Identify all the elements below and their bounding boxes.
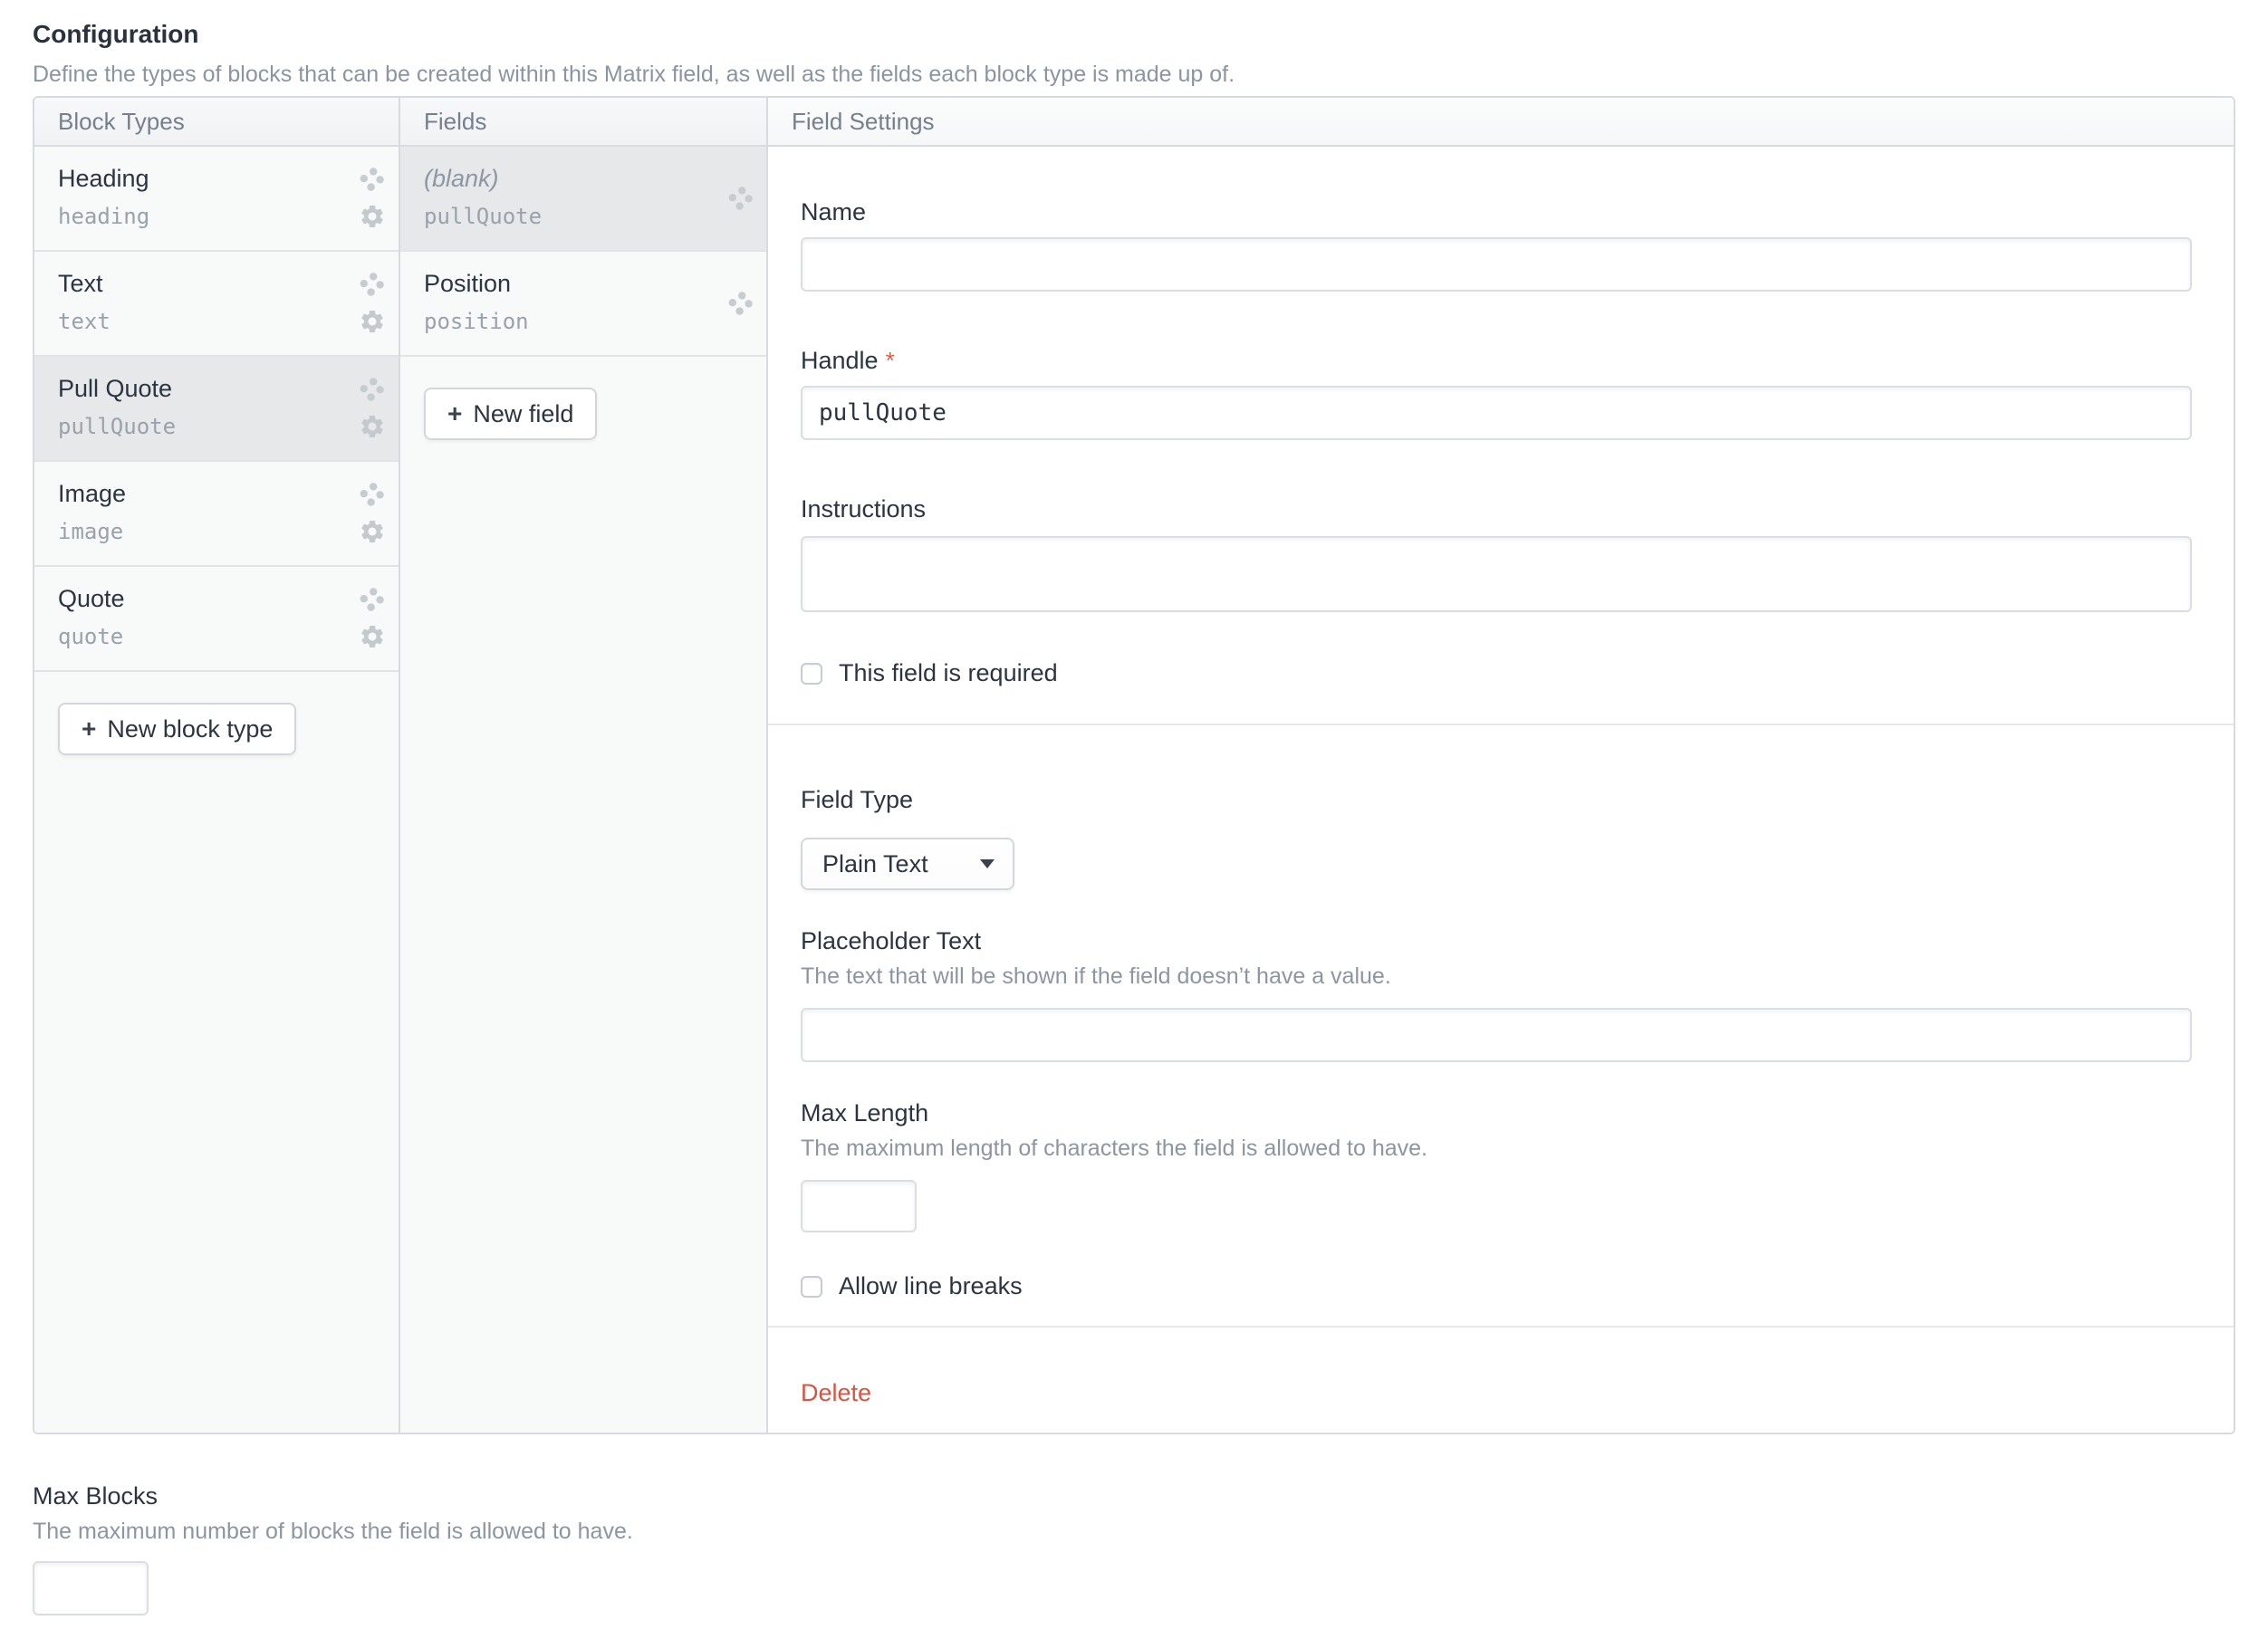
field-settings-body: Name Handle* Instructions This field is … <box>768 147 2234 1433</box>
field-type-value: Plain Text <box>822 850 928 878</box>
max-length-description: The maximum length of characters the fie… <box>801 1135 2192 1162</box>
block-type-row[interactable]: Text text <box>34 252 399 357</box>
field-type-label: Field Type <box>801 785 2192 814</box>
matrix-config-table: Block Types Heading heading Text text Pull Q… <box>33 96 2235 1434</box>
field-settings-header: Field Settings <box>768 98 2234 147</box>
block-type-row[interactable]: Heading heading <box>34 147 399 252</box>
block-type-row[interactable]: Quote quote <box>34 567 399 672</box>
field-settings-column: Field Settings Name Handle* Instructions… <box>768 98 2234 1433</box>
allow-line-breaks-checkbox[interactable] <box>801 1276 822 1298</box>
max-length-input[interactable] <box>801 1180 917 1232</box>
item-name: Position <box>424 270 743 298</box>
field-row[interactable]: Position position <box>400 252 766 357</box>
gear-icon[interactable] <box>359 308 386 335</box>
fields-header: Fields <box>400 98 766 147</box>
handle-label: Handle* <box>801 346 2192 375</box>
block-type-row[interactable]: Image image <box>34 462 399 567</box>
plus-icon: + <box>82 714 96 743</box>
item-handle: heading <box>58 204 375 229</box>
item-handle: quote <box>58 624 375 649</box>
required-asterisk: * <box>886 347 895 374</box>
page-description: Define the types of blocks that can be c… <box>33 62 1235 88</box>
fields-list: (blank) pullQuote Position position <box>400 147 766 357</box>
max-blocks-label: Max Blocks <box>33 1481 633 1510</box>
move-icon[interactable] <box>360 272 385 297</box>
gear-icon[interactable] <box>359 623 386 650</box>
placeholder-input[interactable] <box>801 1008 2192 1062</box>
max-blocks-description: The maximum number of blocks the field i… <box>33 1518 633 1545</box>
name-input[interactable] <box>801 237 2192 292</box>
max-length-label: Max Length <box>801 1098 2192 1127</box>
gear-icon[interactable] <box>359 518 386 545</box>
matrix-field-configuration: Configuration Define the types of blocks… <box>0 0 2268 1630</box>
max-blocks-section: Max Blocks The maximum number of blocks … <box>33 1481 633 1616</box>
item-handle: position <box>424 309 743 334</box>
block-types-header: Block Types <box>34 98 399 147</box>
placeholder-label: Placeholder Text <box>801 926 2192 955</box>
new-block-type-button[interactable]: + New block type <box>58 703 296 755</box>
new-field-label: New field <box>473 400 573 428</box>
move-icon[interactable] <box>360 167 385 192</box>
item-handle: pullQuote <box>424 204 743 229</box>
item-name: (blank) <box>424 165 743 193</box>
gear-icon[interactable] <box>359 413 386 440</box>
move-icon[interactable] <box>360 377 385 402</box>
block-types-list: Heading heading Text text Pull Quote pullQuot… <box>34 147 399 672</box>
required-checkbox[interactable] <box>801 663 822 685</box>
move-icon[interactable] <box>360 587 385 612</box>
required-checkbox-row: This field is required <box>801 659 2192 687</box>
instructions-label: Instructions <box>801 494 2192 523</box>
delete-link[interactable]: Delete <box>801 1379 871 1407</box>
gear-icon[interactable] <box>359 203 386 230</box>
field-type-select[interactable]: Plain Text <box>801 838 1014 890</box>
item-handle: text <box>58 309 375 334</box>
allow-line-breaks-label[interactable]: Allow line breaks <box>839 1272 1023 1300</box>
handle-input[interactable] <box>801 386 2192 440</box>
allow-line-breaks-row: Allow line breaks <box>801 1272 2192 1300</box>
item-name: Quote <box>58 585 375 613</box>
caret-down-icon <box>980 859 995 868</box>
name-label: Name <box>801 197 2192 226</box>
new-block-type-label: New block type <box>107 715 273 743</box>
item-name: Pull Quote <box>58 375 375 403</box>
item-handle: pullQuote <box>58 414 375 439</box>
plus-icon: + <box>447 399 462 428</box>
field-row[interactable]: (blank) pullQuote <box>400 147 766 252</box>
required-checkbox-label[interactable]: This field is required <box>839 659 1058 687</box>
block-type-row[interactable]: Pull Quote pullQuote <box>34 357 399 462</box>
move-icon[interactable] <box>728 186 754 211</box>
item-name: Text <box>58 270 375 298</box>
new-field-button[interactable]: + New field <box>424 388 597 440</box>
block-types-column: Block Types Heading heading Text text Pull Q… <box>34 98 400 1433</box>
move-icon[interactable] <box>360 482 385 507</box>
page-title: Configuration <box>33 20 199 49</box>
move-icon[interactable] <box>728 291 754 316</box>
placeholder-description: The text that will be shown if the field… <box>801 963 2192 990</box>
item-handle: image <box>58 519 375 544</box>
item-name: Heading <box>58 165 375 193</box>
item-name: Image <box>58 480 375 508</box>
max-blocks-input[interactable] <box>33 1561 149 1616</box>
instructions-textarea[interactable] <box>801 536 2192 612</box>
fields-column: Fields (blank)pullQuotePositionposition … <box>400 98 768 1433</box>
